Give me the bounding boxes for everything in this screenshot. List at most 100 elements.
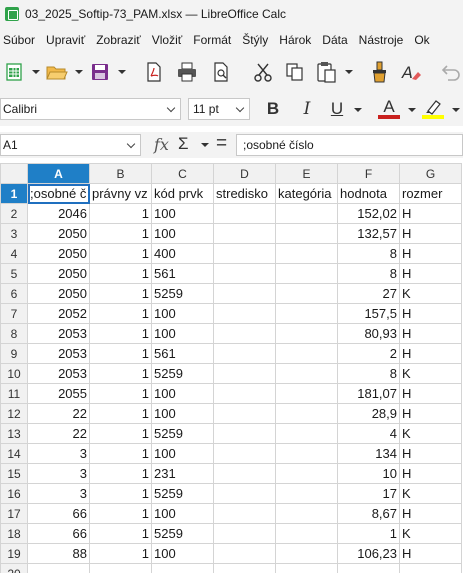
column-header-c[interactable]: C [151,163,214,184]
cell-f2[interactable]: 152,02 [337,203,400,224]
row-header[interactable]: 2 [0,203,28,224]
cell-a16[interactable]: 3 [27,483,90,504]
cell-f5[interactable]: 8 [337,263,400,284]
sum-dropdown-arrow-icon[interactable] [201,143,209,147]
column-header-f[interactable]: F [337,163,400,184]
cell-e5[interactable] [275,263,338,284]
cell-f11[interactable]: 181,07 [337,383,400,404]
row-header[interactable]: 17 [0,503,28,524]
row-header[interactable]: 19 [0,543,28,564]
cell-g15[interactable]: H [399,463,462,484]
cell-e4[interactable] [275,243,338,264]
cell-e12[interactable] [275,403,338,424]
cell-d5[interactable] [213,263,276,284]
cell-e19[interactable] [275,543,338,564]
cell-d16[interactable] [213,483,276,504]
row-header[interactable]: 6 [0,283,28,304]
cell-a11[interactable]: 2055 [27,383,90,404]
cell-g12[interactable]: H [399,403,462,424]
undo-icon[interactable] [440,61,462,83]
cell-c7[interactable]: 100 [151,303,214,324]
cell-a7[interactable]: 2052 [27,303,90,324]
save-icon[interactable] [89,61,111,83]
new-dropdown-arrow-icon[interactable] [32,70,40,74]
cell-a9[interactable]: 2053 [27,343,90,364]
cell-b6[interactable]: 1 [89,283,152,304]
cell-c17[interactable]: 100 [151,503,214,524]
cell-a20[interactable] [27,563,90,573]
cell-a13[interactable]: 22 [27,423,90,444]
cell-d4[interactable] [213,243,276,264]
cell-b10[interactable]: 1 [89,363,152,384]
row-header[interactable]: 4 [0,243,28,264]
column-header-e[interactable]: E [275,163,338,184]
cell-g2[interactable]: H [399,203,462,224]
cell-c20[interactable] [151,563,214,573]
row-header[interactable]: 9 [0,343,28,364]
cell-a10[interactable]: 2053 [27,363,90,384]
cell-c13[interactable]: 5259 [151,423,214,444]
cell-b8[interactable]: 1 [89,323,152,344]
open-folder-icon[interactable] [46,61,68,83]
row-header[interactable]: 11 [0,383,28,404]
row-header[interactable]: 20 [0,563,28,573]
cell-e1[interactable]: kategória [275,183,338,204]
cell-g3[interactable]: H [399,223,462,244]
chevron-down-icon[interactable] [122,135,140,155]
cell-a12[interactable]: 22 [27,403,90,424]
menu-item[interactable]: Nástroje [359,33,404,47]
menu-item[interactable]: Upraviť [46,33,85,47]
cell-a14[interactable]: 3 [27,443,90,464]
cell-g5[interactable]: H [399,263,462,284]
menu-item[interactable]: Dáta [322,33,347,47]
font-size-combobox[interactable]: 11 pt [188,98,250,120]
cell-f19[interactable]: 106,23 [337,543,400,564]
cell-e8[interactable] [275,323,338,344]
cell-c16[interactable]: 5259 [151,483,214,504]
cell-a15[interactable]: 3 [27,463,90,484]
cell-d19[interactable] [213,543,276,564]
cell-f16[interactable]: 17 [337,483,400,504]
menu-item[interactable]: Zobraziť [96,33,141,47]
cell-g19[interactable]: H [399,543,462,564]
cell-b2[interactable]: 1 [89,203,152,224]
cell-d15[interactable] [213,463,276,484]
italic-button[interactable]: I [298,98,316,120]
cell-e17[interactable] [275,503,338,524]
cell-c9[interactable]: 561 [151,343,214,364]
cell-b14[interactable]: 1 [89,443,152,464]
export-pdf-icon[interactable] [143,61,165,83]
cell-e13[interactable] [275,423,338,444]
cell-b20[interactable] [89,563,152,573]
cell-b1[interactable]: právny vz [89,183,152,204]
chevron-down-icon[interactable] [231,99,249,119]
cell-d18[interactable] [213,523,276,544]
cell-f8[interactable]: 80,93 [337,323,400,344]
cell-a1[interactable]: ;osobné č [27,183,90,204]
spreadsheet-grid[interactable]: ABCDEFG 1 ;osobné č právny vz kód prvk stred… [0,163,463,573]
cell-d20[interactable] [213,563,276,573]
cell-b11[interactable]: 1 [89,383,152,404]
cell-c14[interactable]: 100 [151,443,214,464]
underline-button[interactable]: U [328,98,346,120]
row-header[interactable]: 5 [0,263,28,284]
cell-f4[interactable]: 8 [337,243,400,264]
cell-b15[interactable]: 1 [89,463,152,484]
cell-c3[interactable]: 100 [151,223,214,244]
cell-b18[interactable]: 1 [89,523,152,544]
clone-formatting-icon[interactable] [368,61,390,83]
cell-e16[interactable] [275,483,338,504]
menu-item[interactable]: Ok [414,33,429,47]
cell-g20[interactable] [399,563,462,573]
open-dropdown-arrow-icon[interactable] [75,70,83,74]
row-header[interactable]: 14 [0,443,28,464]
cell-b13[interactable]: 1 [89,423,152,444]
cell-e9[interactable] [275,343,338,364]
row-header[interactable]: 15 [0,463,28,484]
cell-g7[interactable]: H [399,303,462,324]
cell-g18[interactable]: K [399,523,462,544]
cell-e11[interactable] [275,383,338,404]
cell-b4[interactable]: 1 [89,243,152,264]
cell-d3[interactable] [213,223,276,244]
cell-c6[interactable]: 5259 [151,283,214,304]
